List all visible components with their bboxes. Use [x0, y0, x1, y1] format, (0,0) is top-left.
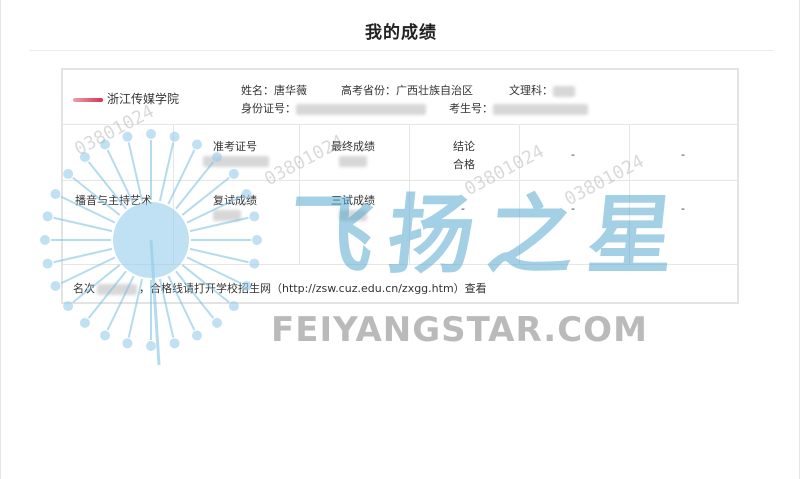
name-value: 唐华薇: [274, 84, 307, 97]
empty-cell: -: [461, 202, 465, 215]
rank-label: 名次: [73, 282, 95, 295]
third-value-redacted: [339, 210, 367, 221]
empty-cell: -: [571, 148, 575, 161]
third-label: 三试成绩: [331, 194, 375, 207]
conclusion-value: 合格: [453, 158, 475, 171]
column-divider: [519, 124, 520, 264]
id-value-redacted: [296, 103, 426, 115]
name-field: 姓名：唐华薇: [241, 84, 307, 97]
column-divider: [299, 124, 300, 264]
row-divider: [63, 180, 737, 181]
school-name: 浙江传媒学院: [107, 92, 180, 106]
empty-cell: -: [681, 202, 685, 215]
track-field: 文理科：: [509, 82, 575, 98]
school-logo-icon: [73, 97, 103, 102]
footer-note: 名次 ，合格线请打开学校招生网（http://zsw.cuz.edu.cn/zxg…: [73, 280, 487, 296]
conclusion-label: 结论: [453, 140, 475, 153]
retest-value-redacted: [213, 210, 241, 221]
school-header: 浙江传媒学院: [73, 90, 179, 107]
column-divider: [173, 124, 174, 264]
final-score-redacted: [339, 156, 367, 167]
page-title: 我的成绩: [365, 23, 437, 43]
empty-cell: -: [681, 148, 685, 161]
final-score-label: 最终成绩: [331, 140, 375, 153]
column-divider: [629, 124, 630, 264]
province-value: 广西壮族自治区: [396, 84, 473, 97]
column-divider: [409, 124, 410, 264]
track-value-redacted: [553, 85, 575, 97]
score-card: 浙江传媒学院 姓名：唐华薇 高考省份：广西壮族自治区 文理科： 身份证号： 考生…: [61, 68, 739, 304]
id-field: 身份证号：: [241, 100, 426, 116]
retest-label: 复试成绩: [213, 194, 257, 207]
major-name: 播音与主持艺术: [75, 194, 152, 207]
row-divider: [63, 124, 737, 125]
exam-no-value-redacted: [493, 103, 588, 115]
exam-no-field: 考生号：: [449, 100, 588, 116]
empty-cell: -: [571, 202, 575, 215]
qualifying-line-note: ，合格线请打开学校招生网（http://zsw.cuz.edu.cn/zxgg.…: [139, 282, 487, 295]
ticket-value-redacted: [203, 156, 269, 167]
result-page: 我的成绩 浙江传媒学院 姓名：唐华薇 高考省份：广西壮族自治区 文理科： 身份证…: [0, 0, 800, 479]
ticket-label: 准考证号: [213, 140, 257, 153]
rank-value-redacted: [97, 283, 137, 295]
row-divider: [63, 264, 737, 265]
province-field: 高考省份：广西壮族自治区: [341, 84, 473, 97]
title-divider: [29, 50, 773, 51]
watermark-brand-en: FEIYANGSTAR.COM: [271, 310, 648, 350]
